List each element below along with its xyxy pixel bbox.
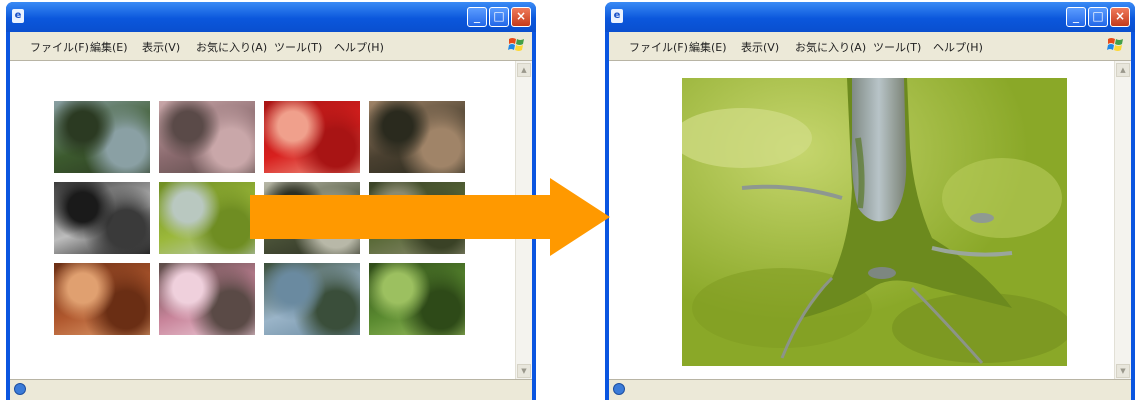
scroll-down-button[interactable]: ▼ xyxy=(1116,364,1130,378)
minimize-button[interactable]: _ xyxy=(1066,7,1086,27)
scroll-down-button[interactable]: ▼ xyxy=(517,364,531,378)
menu-edit[interactable]: 編集(E) xyxy=(90,39,128,55)
status-bar xyxy=(609,379,1131,400)
menu-bar: ファイル(F) 編集(E) 表示(V) お気に入り(A) ツール(T) ヘルプ(… xyxy=(10,32,532,61)
ie-icon: e xyxy=(611,9,623,23)
thumbnail-stone-fountain[interactable] xyxy=(54,182,150,254)
menu-file[interactable]: ファイル(F) xyxy=(629,39,688,55)
page-status-icon xyxy=(14,383,26,395)
viewer-window: e _ □ × ファイル(F) 編集(E) 表示(V) お気に入り(A) ツール… xyxy=(605,2,1135,400)
thumbnail-cherry-blossom[interactable] xyxy=(159,101,255,173)
page-content: ▲ ▼ xyxy=(609,61,1131,380)
thumbnail-moss-tree[interactable] xyxy=(159,182,255,254)
title-bar[interactable]: e _ □ × xyxy=(6,2,536,32)
menu-file[interactable]: ファイル(F) xyxy=(30,39,89,55)
maximize-button[interactable]: □ xyxy=(489,7,509,27)
page-status-icon xyxy=(613,383,625,395)
menu-favorites[interactable]: お気に入り(A) xyxy=(795,39,866,55)
menu-bar: ファイル(F) 編集(E) 表示(V) お気に入り(A) ツール(T) ヘルプ(… xyxy=(609,32,1131,61)
title-bar[interactable]: e _ □ × xyxy=(605,2,1135,32)
scroll-up-button[interactable]: ▲ xyxy=(1116,63,1130,77)
menu-tools[interactable]: ツール(T) xyxy=(873,39,921,55)
menu-help[interactable]: ヘルプ(H) xyxy=(334,39,384,55)
menu-help[interactable]: ヘルプ(H) xyxy=(933,39,983,55)
menu-view[interactable]: 表示(V) xyxy=(741,39,779,55)
ie-icon: e xyxy=(12,9,24,23)
thumbnail-pink-blossoms[interactable] xyxy=(159,263,255,335)
thumbnail-wooden-roof[interactable] xyxy=(54,263,150,335)
minimize-button[interactable]: _ xyxy=(467,7,487,27)
scroll-up-button[interactable]: ▲ xyxy=(517,63,531,77)
windows-logo-icon xyxy=(1107,38,1123,51)
windows-logo-icon xyxy=(508,38,524,51)
thumbnail-red-umbrella[interactable] xyxy=(264,101,360,173)
menu-favorites[interactable]: お気に入り(A) xyxy=(196,39,267,55)
close-button[interactable]: × xyxy=(511,7,531,27)
thumbnail-garden-bridge[interactable] xyxy=(54,101,150,173)
menu-view[interactable]: 表示(V) xyxy=(142,39,180,55)
status-bar xyxy=(10,379,532,400)
vertical-scrollbar[interactable]: ▲ ▼ xyxy=(1114,61,1131,380)
maximize-button[interactable]: □ xyxy=(1088,7,1108,27)
transition-arrow xyxy=(250,178,610,256)
thumbnail-pond-landscape[interactable] xyxy=(264,263,360,335)
menu-tools[interactable]: ツール(T) xyxy=(274,39,322,55)
thumbnail-stepping-stones[interactable] xyxy=(369,101,465,173)
thumbnail-green-leaves[interactable] xyxy=(369,263,465,335)
menu-edit[interactable]: 編集(E) xyxy=(689,39,727,55)
enlarged-photo[interactable] xyxy=(682,78,1067,366)
close-button[interactable]: × xyxy=(1110,7,1130,27)
